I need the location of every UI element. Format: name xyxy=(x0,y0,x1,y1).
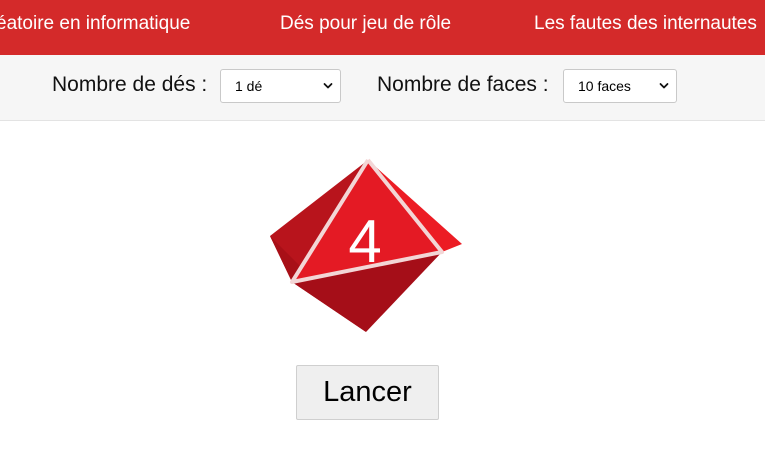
faces-count-select[interactable]: 10 faces xyxy=(563,69,677,103)
chevron-down-icon xyxy=(659,83,669,89)
dice-count-select[interactable]: 1 dé xyxy=(220,69,341,103)
top-navigation: éatoire en informatique Dés pour jeu de … xyxy=(0,0,765,55)
nav-link-internet-mistakes[interactable]: Les fautes des internautes xyxy=(534,0,757,48)
d10-die[interactable]: 4 xyxy=(268,158,462,334)
faces-count-label: Nombre de faces : xyxy=(377,73,549,96)
die-result-value: 4 xyxy=(348,208,382,275)
dice-count-selected-value: 1 dé xyxy=(235,78,263,94)
nav-link-random-computing[interactable]: éatoire en informatique xyxy=(0,0,190,48)
nav-link-roleplay-dice[interactable]: Dés pour jeu de rôle xyxy=(280,0,451,48)
roll-button[interactable]: Lancer xyxy=(296,365,439,420)
dice-options-bar: Nombre de dés : 1 dé Nombre de faces : 1… xyxy=(0,55,765,121)
dice-count-label: Nombre de dés : xyxy=(52,73,208,96)
chevron-down-icon xyxy=(323,83,333,89)
faces-count-selected-value: 10 faces xyxy=(578,78,631,94)
